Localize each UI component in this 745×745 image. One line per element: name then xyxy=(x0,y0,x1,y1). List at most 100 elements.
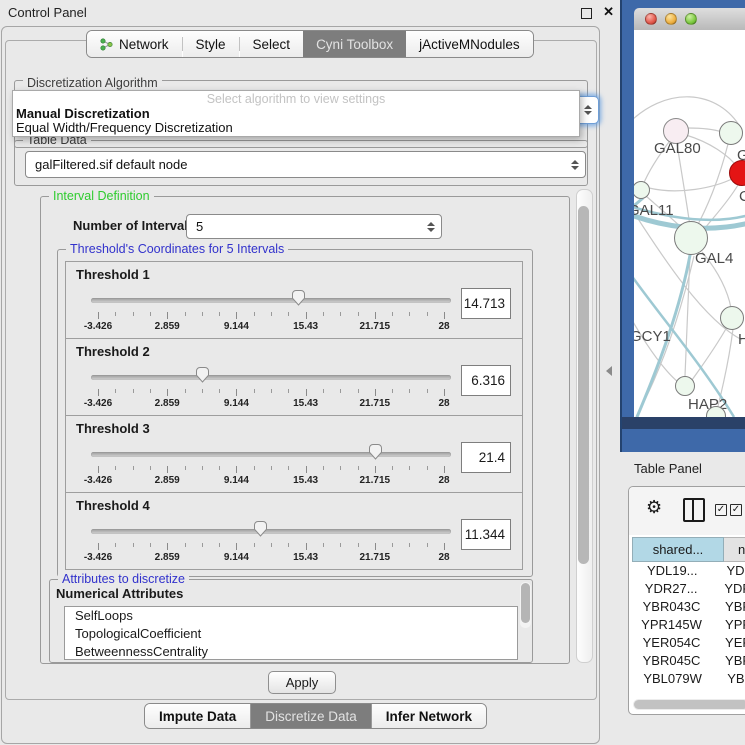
threshold-slider[interactable]: -3.4262.8599.14415.4321.71528 xyxy=(91,444,451,490)
control-panel-titlebar: Control Panel ✕ xyxy=(0,0,620,26)
number-of-intervals-value: 5 xyxy=(196,219,203,234)
tick-label: 15.43 xyxy=(293,321,318,332)
slider-track[interactable] xyxy=(91,529,451,534)
tab-label: Discretize Data xyxy=(265,709,357,724)
checkbox-icon[interactable]: ✓ xyxy=(730,504,742,516)
tab-jactivemnodules[interactable]: jActiveMNodules xyxy=(406,31,533,57)
threshold-value-field[interactable]: 11.344 xyxy=(461,519,511,550)
network-node[interactable] xyxy=(719,121,743,145)
group-title: Threshold's Coordinates for 5 Intervals xyxy=(66,242,288,256)
network-node[interactable] xyxy=(675,376,695,396)
tick-label: 28 xyxy=(438,321,449,332)
list-item[interactable]: BetweennessCentrality xyxy=(65,643,517,660)
tab-impute-data[interactable]: Impute Data xyxy=(145,704,250,728)
tab-label: Style xyxy=(196,37,226,52)
threshold-value-field[interactable]: 21.4 xyxy=(461,442,511,473)
spinner-icon xyxy=(571,160,579,170)
network-icon xyxy=(100,38,113,51)
gear-icon[interactable]: ⚙ xyxy=(646,497,662,518)
tick-label: 21.715 xyxy=(360,398,391,409)
split-columns-icon[interactable] xyxy=(683,498,705,522)
slider-tick-labels: -3.4262.8599.14415.4321.71528 xyxy=(98,321,444,333)
column-header-name[interactable]: na xyxy=(724,537,745,562)
tick-label: 2.859 xyxy=(155,552,180,563)
horizontal-scrollbar[interactable] xyxy=(633,699,745,710)
tick-label: -3.426 xyxy=(84,321,112,332)
tab-style[interactable]: Style xyxy=(183,31,239,57)
scrollbar-thumb[interactable] xyxy=(578,206,589,564)
slider-track[interactable] xyxy=(91,452,451,457)
table-column-headers: shared... na xyxy=(632,537,745,562)
tab-network[interactable]: Network xyxy=(87,31,182,57)
tick-label: 9.144 xyxy=(224,475,249,486)
tick-label: 21.715 xyxy=(360,321,391,332)
cyni-bottom-tabs: Impute Data Discretize Data Infer Networ… xyxy=(144,703,487,729)
list-item[interactable]: TopologicalCoefficient xyxy=(65,625,517,643)
threshold-label: Threshold 4 xyxy=(76,498,150,513)
list-item[interactable]: SelfLoops xyxy=(65,607,517,625)
number-of-intervals-label: Number of Intervals xyxy=(73,218,195,233)
close-icon[interactable]: ✕ xyxy=(603,4,614,20)
slider-ticks xyxy=(98,465,444,473)
column-header-shared-name[interactable]: shared... xyxy=(632,537,724,562)
network-window-titlebar[interactable] xyxy=(634,8,745,31)
table-panel-header: Table Panel xyxy=(620,452,745,484)
table-row[interactable]: YBL079W YBL0 xyxy=(632,671,745,689)
tab-select[interactable]: Select xyxy=(240,31,304,57)
table-row[interactable]: YDR27... YDR2 xyxy=(632,581,745,599)
threshold-value-field[interactable]: 6.316 xyxy=(461,365,511,396)
splitter-handle[interactable] xyxy=(606,366,612,376)
dropdown-hint: Select algorithm to view settings xyxy=(13,92,579,106)
algorithm-dropdown-popup: Select algorithm to view settings Manual… xyxy=(12,90,580,137)
table-row[interactable]: YDL19... YDL1 xyxy=(632,563,745,581)
tab-label: Infer Network xyxy=(386,709,472,724)
interval-definition-group: Interval Definition Number of Intervals … xyxy=(40,196,570,664)
tick-label: 9.144 xyxy=(224,398,249,409)
node-label: H xyxy=(738,331,745,348)
zoom-traffic-light-icon[interactable] xyxy=(685,13,697,25)
tick-label: 15.43 xyxy=(293,552,318,563)
table-data-select[interactable]: galFiltered.sif default node xyxy=(25,151,586,178)
tab-infer-network[interactable]: Infer Network xyxy=(371,704,486,728)
checkbox-icon[interactable]: ✓ xyxy=(715,504,727,516)
table-rows: YDL19... YDL1 YDR27... YDR2 YBR043C YBR0… xyxy=(632,563,745,689)
dropdown-option-equal-width-frequency[interactable]: Equal Width/Frequency Discretization xyxy=(16,120,233,135)
slider-thumb[interactable] xyxy=(291,290,306,311)
minimize-traffic-light-icon[interactable] xyxy=(665,13,677,25)
tick-label: 9.144 xyxy=(224,321,249,332)
vertical-scrollbar[interactable] xyxy=(576,189,593,663)
slider-thumb[interactable] xyxy=(253,521,268,542)
tab-discretize-data[interactable]: Discretize Data xyxy=(250,704,371,728)
tick-label: 21.715 xyxy=(360,552,391,563)
close-traffic-light-icon[interactable] xyxy=(645,13,657,25)
apply-button[interactable]: Apply xyxy=(268,671,336,694)
slider-thumb[interactable] xyxy=(195,367,210,388)
list-scrollbar[interactable] xyxy=(520,582,531,628)
number-of-intervals-select[interactable]: 5 xyxy=(186,214,442,239)
node-label: GAL4 xyxy=(695,250,733,267)
slider-thumb[interactable] xyxy=(368,444,383,465)
table-row[interactable]: YBR045C YBR0 xyxy=(632,653,745,671)
threshold-panel: Threshold 2 -3.4262.8599.14415.4321.7152… xyxy=(65,338,523,416)
tick-label: 28 xyxy=(438,475,449,486)
table-row[interactable]: YPR145W YPR1 xyxy=(632,617,745,635)
float-window-icon[interactable] xyxy=(581,8,592,19)
dropdown-option-manual-discretization[interactable]: Manual Discretization xyxy=(16,106,150,121)
table-row[interactable]: YBR043C YBR0 xyxy=(632,599,745,617)
threshold-slider[interactable]: -3.4262.8599.14415.4321.71528 xyxy=(91,367,451,413)
tab-cyni-toolbox[interactable]: Cyni Toolbox xyxy=(303,31,406,57)
threshold-value-field[interactable]: 14.713 xyxy=(461,288,511,319)
panel-title: Control Panel xyxy=(8,5,87,20)
slider-track[interactable] xyxy=(91,375,451,380)
threshold-slider[interactable]: -3.4262.8599.14415.4321.71528 xyxy=(91,290,451,336)
network-node[interactable] xyxy=(720,306,744,330)
threshold-slider[interactable]: -3.4262.8599.14415.4321.71528 xyxy=(91,521,451,567)
tab-label: Select xyxy=(253,37,291,52)
network-canvas[interactable]: GAL80GACGAL11GAL4GCY1HHAP2 xyxy=(634,30,745,417)
slider-track[interactable] xyxy=(91,298,451,303)
tick-label: 15.43 xyxy=(293,398,318,409)
node-label: GCY1 xyxy=(634,328,671,345)
numerical-attributes-list[interactable]: SelfLoopsTopologicalCoefficientBetweenne… xyxy=(64,606,518,660)
table-row[interactable]: YER054C YER0 xyxy=(632,635,745,653)
slider-tick-labels: -3.4262.8599.14415.4321.71528 xyxy=(98,475,444,487)
